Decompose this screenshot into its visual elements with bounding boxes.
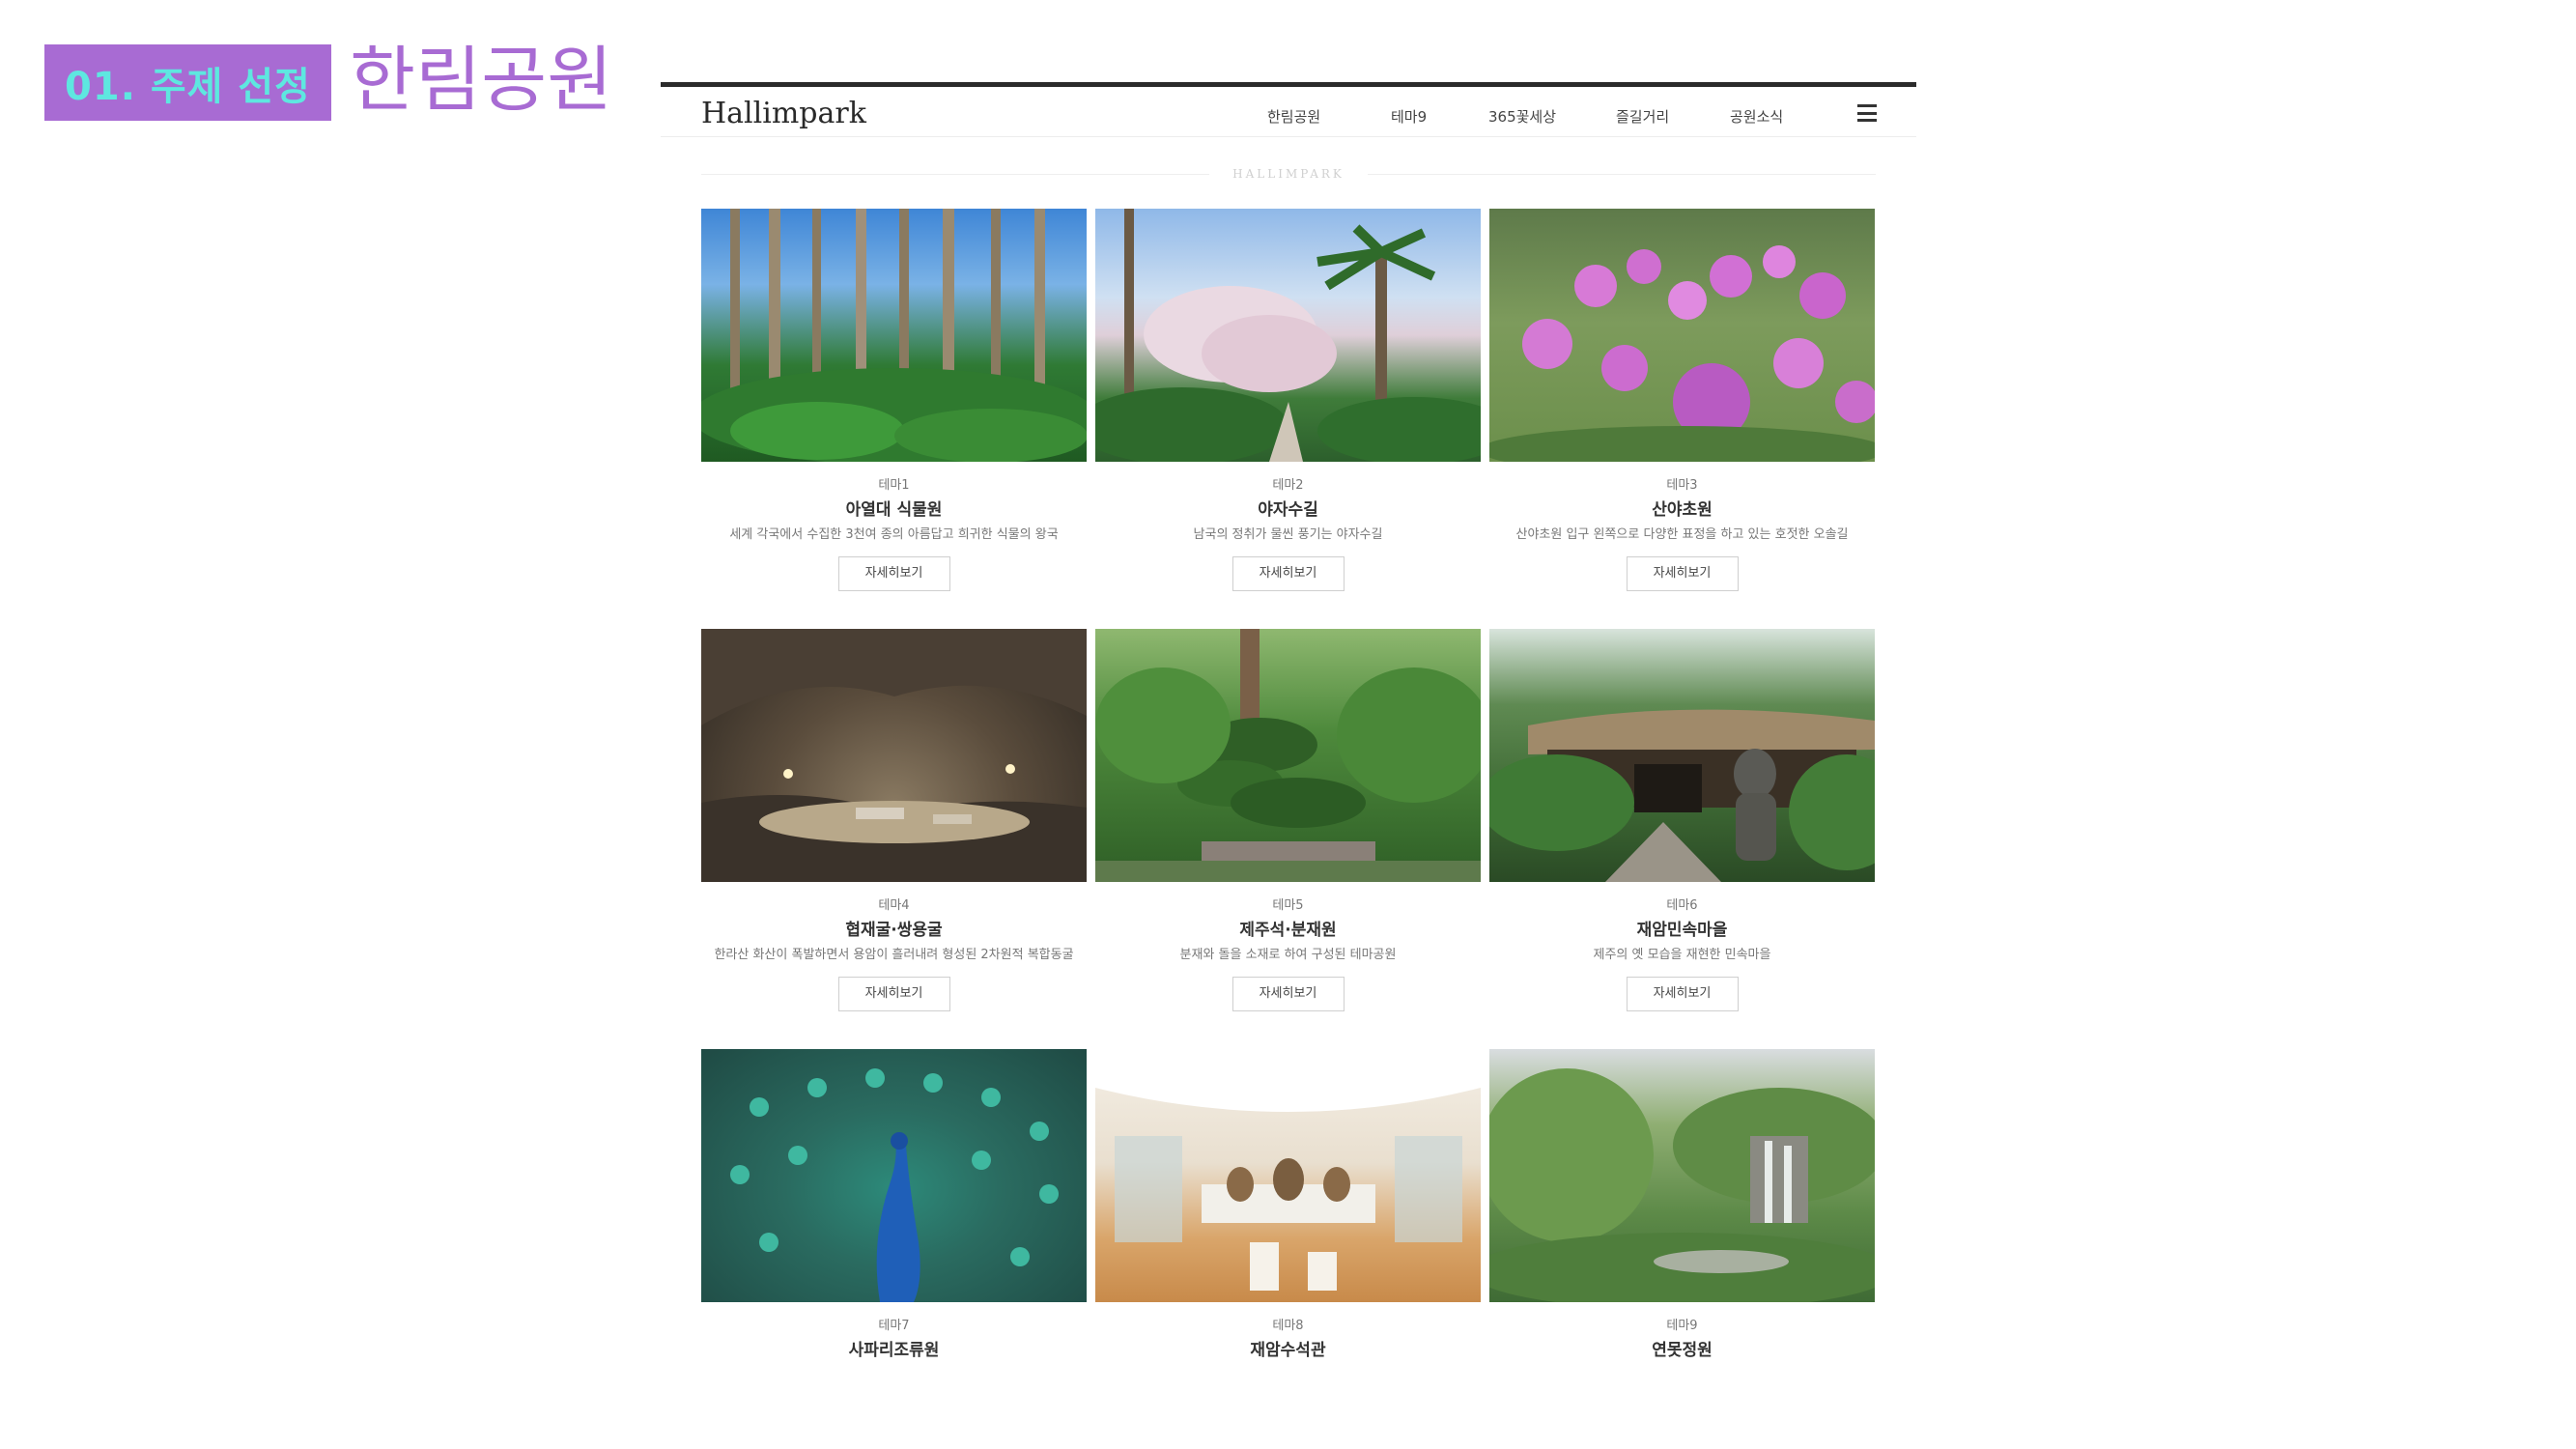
slide-title: 한림공원	[350, 39, 613, 122]
theme-card: 테마7 사파리조류원	[701, 1049, 1087, 1368]
card-title: 사파리조류원	[848, 1341, 940, 1360]
hamburger-menu-icon[interactable]	[1857, 104, 1877, 122]
theme-number: 테마2	[1272, 478, 1304, 493]
lava-cave-photo[interactable]	[701, 629, 1087, 882]
more-button[interactable]: 자세히보기	[837, 556, 950, 591]
theme-card: 테마2 야자수길 남국의 정취가 물씬 풍기는 야자수길 자세히보기	[1095, 209, 1481, 629]
nav-item-theme9[interactable]: 테마9	[1391, 106, 1427, 127]
theme-number: 테마6	[1666, 898, 1698, 913]
card-title: 재암수석관	[1250, 1341, 1326, 1360]
card-description: 제주의 옛 모습을 재현한 민속마을	[1593, 948, 1771, 962]
card-description: 한라산 화산이 폭발하면서 용암이 흘러내려 형성된 2차원적 복합동굴	[714, 948, 1074, 962]
nav-item-hallimpark[interactable]: 한림공원	[1267, 106, 1320, 127]
theme-number: 테마1	[878, 478, 910, 493]
more-button[interactable]: 자세히보기	[1231, 556, 1345, 591]
nav-item-365flowers[interactable]: 365꽃세상	[1488, 106, 1556, 127]
card-title: 제주석·분재원	[1239, 921, 1337, 940]
theme-number: 테마5	[1272, 898, 1304, 913]
theme-card: 테마3 산야초원 산야초원 입구 왼쪽으로 다양한 표정을 하고 있는 호젓한 …	[1489, 209, 1875, 629]
theme-card: 테마4 협재굴·쌍용굴 한라산 화산이 폭발하면서 용암이 흘러내려 형성된 2…	[701, 629, 1087, 1049]
theme-number: 테마9	[1666, 1319, 1698, 1333]
theme-card: 테마6 재암민속마을 제주의 옛 모습을 재현한 민속마을 자세히보기	[1489, 629, 1875, 1049]
theme-card-grid: 테마1 아열대 식물원 세계 각국에서 수집한 3천여 종의 아름답고 희귀한 …	[701, 209, 1876, 1368]
more-button[interactable]: 자세히보기	[1626, 556, 1739, 591]
palm-tree-garden-photo[interactable]	[701, 209, 1087, 462]
nav-item-activities[interactable]: 즐길거리	[1616, 106, 1669, 127]
more-button[interactable]: 자세히보기	[1231, 977, 1345, 1011]
more-button[interactable]: 자세히보기	[1626, 977, 1739, 1011]
nav-item-park-news[interactable]: 공원소식	[1730, 106, 1783, 127]
theme-number: 테마3	[1666, 478, 1698, 493]
card-description: 세계 각국에서 수집한 3천여 종의 아름답고 희귀한 식물의 왕국	[729, 527, 1059, 542]
site-logo[interactable]: Hallimpark	[701, 97, 866, 130]
slide-section-badge: 01. 주제 선정	[44, 44, 331, 121]
card-title: 야자수길	[1258, 500, 1318, 520]
theme-card: 테마5 제주석·분재원 분재와 돌을 소재로 하여 구성된 테마공원 자세히보기	[1095, 629, 1481, 1049]
card-title: 아열대 식물원	[845, 500, 943, 520]
card-description: 남국의 정취가 물씬 풍기는 야자수길	[1193, 527, 1383, 542]
bonsai-garden-photo[interactable]	[1095, 629, 1481, 882]
card-title: 산야초원	[1652, 500, 1713, 520]
theme-card: 테마8 재암수석관	[1095, 1049, 1481, 1368]
site-navbar: Hallimpark 한림공원 테마9 365꽃세상 즐길거리 공원소식	[661, 87, 1916, 137]
folk-village-stone-statue-photo[interactable]	[1489, 629, 1875, 882]
card-description: 산야초원 입구 왼쪽으로 다양한 표정을 하고 있는 호젓한 오솔길	[1515, 527, 1849, 542]
card-title: 재암민속마을	[1636, 921, 1728, 940]
pond-garden-waterfall-photo[interactable]	[1489, 1049, 1875, 1302]
section-label: HALLIMPARK	[1232, 167, 1345, 181]
theme-number: 테마4	[878, 898, 910, 913]
peacock-photo[interactable]	[701, 1049, 1087, 1302]
theme-card: 테마1 아열대 식물원 세계 각국에서 수집한 3천여 종의 아름답고 희귀한 …	[701, 209, 1087, 629]
website-screenshot: Hallimpark 한림공원 테마9 365꽃세상 즐길거리 공원소식 HAL…	[661, 82, 1916, 1377]
card-description: 분재와 돌을 소재로 하여 구성된 테마공원	[1179, 948, 1397, 962]
purple-allium-flowers-photo[interactable]	[1489, 209, 1875, 462]
more-button[interactable]: 자세히보기	[837, 977, 950, 1011]
palm-avenue-cherry-blossom-photo[interactable]	[1095, 209, 1481, 462]
section-divider: HALLIMPARK	[701, 164, 1876, 184]
theme-number: 테마7	[878, 1319, 910, 1333]
card-title: 연못정원	[1652, 1341, 1713, 1360]
card-title: 협재굴·쌍용굴	[845, 921, 943, 940]
stone-exhibition-hall-photo[interactable]	[1095, 1049, 1481, 1302]
theme-card: 테마9 연못정원	[1489, 1049, 1875, 1368]
theme-number: 테마8	[1272, 1319, 1304, 1333]
